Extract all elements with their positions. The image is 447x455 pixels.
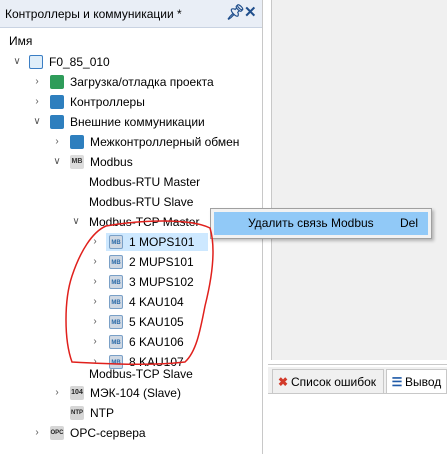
tree-node-modbus-tcp-slave[interactable]: Modbus-TCP Slave (0, 364, 262, 384)
tree-node-label: Загрузка/отладка проекта (70, 75, 214, 89)
tree-node-iec104[interactable]: › 104 МЭК-104 (Slave) (0, 383, 262, 403)
tree-node-label: МЭК-104 (Slave) (90, 386, 181, 400)
tree-node-device[interactable]: › MB 5 KAU105 (0, 312, 262, 332)
column-header[interactable]: Имя (0, 28, 262, 52)
tree-node-label: OPC-сервера (70, 426, 146, 440)
pin-icon[interactable]: 📌︎ (226, 5, 245, 21)
tab-output[interactable]: ☰ Вывод (386, 369, 447, 393)
opc-icon: OPC (50, 426, 64, 440)
tree-node-label: 5 KAU105 (129, 315, 184, 329)
tree-node-opc[interactable]: › OPC OPC-сервера (0, 423, 262, 443)
expand-chevron-icon[interactable]: ∨ (52, 152, 62, 172)
collapse-chevron-icon[interactable]: › (90, 272, 100, 292)
tree-node-label: F0_85_010 (49, 55, 110, 69)
tree-node-f0-85-010[interactable]: ∨ F0_85_010 (0, 52, 262, 72)
tree-node-ntp[interactable]: NTP NTP (0, 403, 262, 423)
tree-node-inter-controller[interactable]: › Межконтроллерный обмен (0, 132, 262, 152)
tree-node-external-comm[interactable]: ∨ Внешние коммуникации (0, 112, 262, 132)
collapse-chevron-icon[interactable]: › (90, 252, 100, 272)
tree-node-label: 1 MOPS101 (129, 235, 195, 249)
tree-node-controllers[interactable]: › Контроллеры (0, 92, 262, 112)
tree-node-label: 3 MUPS102 (129, 275, 194, 289)
collapse-chevron-icon[interactable]: › (32, 72, 42, 92)
collapse-chevron-icon[interactable]: › (32, 92, 42, 112)
column-header-name: Имя (9, 34, 33, 48)
panel-header: Контроллеры и коммуникации * 📌︎ ✕ (0, 0, 262, 28)
collapse-chevron-icon[interactable]: › (90, 312, 100, 332)
collapse-chevron-icon[interactable]: › (52, 383, 62, 403)
inter-controller-icon (70, 135, 84, 149)
tree-node-label: Внешние коммуникации (70, 115, 205, 129)
tree-node-label: 4 KAU104 (129, 295, 184, 309)
expand-chevron-icon[interactable]: ∨ (32, 112, 42, 132)
tab-label: Вывод (405, 375, 442, 389)
tree-node-label: NTP (90, 406, 114, 420)
close-icon[interactable]: ✕ (244, 5, 257, 21)
tree-node-label: Modbus-RTU Master (89, 175, 201, 189)
tab-error-list[interactable]: ✖ Список ошибок (272, 369, 384, 393)
collapse-chevron-icon[interactable]: › (90, 292, 100, 312)
collapse-chevron-icon[interactable]: › (90, 232, 100, 252)
tree-node-device[interactable]: › MB 3 MUPS102 (0, 272, 262, 292)
tree-node-label: 6 KAU106 (129, 335, 184, 349)
tree-node-device[interactable]: › MB 4 KAU104 (0, 292, 262, 312)
external-comm-icon (50, 115, 64, 129)
collapse-chevron-icon[interactable]: › (32, 423, 42, 443)
modbus-device-icon: MB (109, 255, 123, 269)
panel-title: Контроллеры и коммуникации * (5, 7, 182, 21)
iec104-icon: 104 (70, 386, 84, 400)
ntp-icon: NTP (70, 406, 84, 420)
tree-node-label: Modbus-TCP Slave (89, 367, 193, 381)
tree-node-label: 2 MUPS101 (129, 255, 194, 269)
tree-node-device[interactable]: › MB 6 KAU106 (0, 332, 262, 352)
tree-node-load-debug[interactable]: › Загрузка/отладка проекта (0, 72, 262, 92)
load-debug-icon (50, 75, 64, 89)
error-list-icon: ✖ (277, 375, 289, 389)
delete-modbus-link-menu-item[interactable]: Удалить связь Modbus Del (214, 212, 428, 235)
modbus-device-icon: MB (109, 235, 123, 249)
tree-node-modbus[interactable]: ∨ MB Modbus (0, 152, 262, 172)
modbus-device-icon: MB (109, 275, 123, 289)
modbus-device-icon: MB (109, 295, 123, 309)
tree-node-label: Контроллеры (70, 95, 145, 109)
controllers-icon (50, 95, 64, 109)
editor-area (271, 0, 447, 360)
output-icon: ☰ (391, 375, 403, 389)
expand-chevron-icon[interactable]: ∨ (71, 212, 81, 232)
bottom-tab-bar: ✖ Список ошибок ☰ Вывод (268, 367, 447, 394)
modbus-icon: MB (70, 155, 84, 169)
tree-node-label: Межконтроллерный обмен (90, 135, 240, 149)
collapse-chevron-icon[interactable]: › (90, 332, 100, 352)
tree-node-device[interactable]: › MB 2 MUPS101 (0, 252, 262, 272)
device-icon (29, 55, 43, 69)
collapse-chevron-icon[interactable]: › (52, 132, 62, 152)
expand-chevron-icon[interactable]: ∨ (12, 52, 22, 72)
context-menu: Удалить связь Modbus Del (210, 208, 432, 239)
modbus-device-icon: MB (109, 335, 123, 349)
tree-node-modbus-rtu-master[interactable]: Modbus-RTU Master (0, 172, 262, 192)
modbus-device-icon: MB (109, 315, 123, 329)
tree-node-label: Modbus (90, 155, 133, 169)
tree-node-label: Modbus-TCP Master (89, 215, 200, 229)
menu-item-shortcut: Del (400, 216, 419, 230)
menu-item-label: Удалить связь Modbus (248, 216, 374, 230)
tab-label: Список ошибок (291, 375, 377, 389)
tree-node-label: Modbus-RTU Slave (89, 195, 194, 209)
